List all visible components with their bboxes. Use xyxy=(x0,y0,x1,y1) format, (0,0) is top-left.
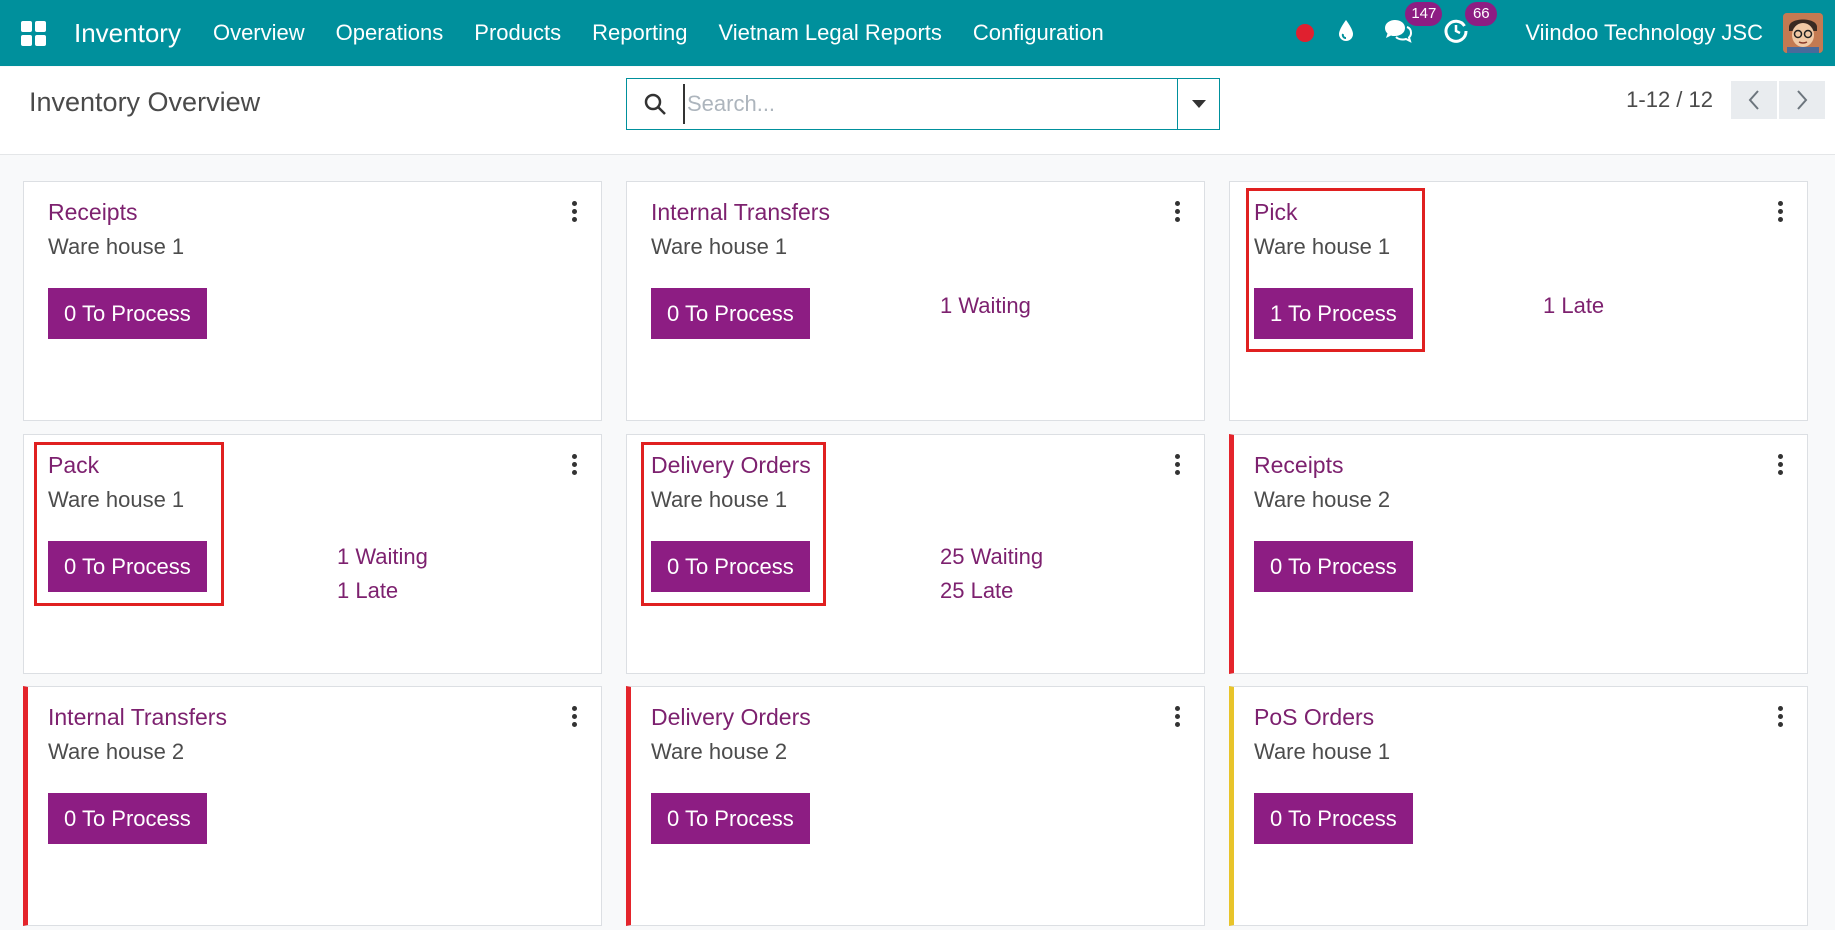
to-process-button[interactable]: 0 To Process xyxy=(1254,541,1413,592)
card-warehouse: Ware house 1 xyxy=(651,234,788,259)
page-title: Inventory Overview xyxy=(29,87,261,117)
kebab-menu-icon[interactable] xyxy=(571,706,577,730)
messages-icon[interactable]: 147 xyxy=(1383,1,1443,49)
activities-count-badge: 66 xyxy=(1465,1,1498,26)
card-title[interactable]: Delivery Orders xyxy=(651,704,811,731)
kebab-menu-icon[interactable] xyxy=(1777,201,1783,225)
operation-card-internal-transfers-wh2[interactable]: Internal Transfers Ware house 2 0 To Pro… xyxy=(23,686,602,926)
search-bar xyxy=(626,78,1220,130)
menu-item-overview[interactable]: Overview xyxy=(213,20,305,46)
to-process-button[interactable]: 0 To Process xyxy=(1254,793,1413,844)
card-title[interactable]: Receipts xyxy=(48,199,137,226)
kebab-menu-icon[interactable] xyxy=(571,201,577,225)
late-link[interactable]: 1 Late xyxy=(1543,293,1604,319)
pager-previous-button[interactable] xyxy=(1731,81,1777,119)
app-menu-icon[interactable] xyxy=(0,0,66,66)
search-input[interactable] xyxy=(683,84,1177,124)
caret-down-icon xyxy=(1191,100,1206,108)
card-title[interactable]: PoS Orders xyxy=(1254,704,1374,731)
menu-item-products[interactable]: Products xyxy=(474,20,561,46)
highlight-box-delivery-orders xyxy=(641,442,826,606)
card-title[interactable]: Internal Transfers xyxy=(48,704,227,731)
operation-card-pos-orders-wh1[interactable]: PoS Orders Ware house 1 0 To Process xyxy=(1229,686,1808,926)
operation-card-receipts-wh1[interactable]: Receipts Ware house 1 0 To Process xyxy=(23,181,602,421)
waiting-link[interactable]: 1 Waiting xyxy=(940,293,1031,319)
late-link[interactable]: 1 Late xyxy=(337,578,398,604)
menu-item-reporting[interactable]: Reporting xyxy=(592,20,687,46)
to-process-button[interactable]: 0 To Process xyxy=(48,288,207,339)
chevron-right-icon xyxy=(1797,90,1808,110)
to-process-button[interactable]: 0 To Process xyxy=(651,793,810,844)
card-warehouse: Ware house 2 xyxy=(1254,487,1391,512)
app-brand[interactable]: Inventory xyxy=(74,18,181,49)
menu-item-operations[interactable]: Operations xyxy=(336,20,444,46)
waiting-link[interactable]: 25 Waiting xyxy=(940,544,1043,570)
card-title[interactable]: Receipts xyxy=(1254,452,1343,479)
operation-card-delivery-orders-wh2[interactable]: Delivery Orders Ware house 2 0 To Proces… xyxy=(626,686,1205,926)
recording-icon[interactable] xyxy=(1296,24,1315,42)
to-process-button[interactable]: 0 To Process xyxy=(48,793,207,844)
menu-item-configuration[interactable]: Configuration xyxy=(973,20,1104,46)
menu-item-vietnam-legal-reports[interactable]: Vietnam Legal Reports xyxy=(718,20,941,46)
control-panel: Inventory Overview 1-12 / 12 xyxy=(0,67,1835,155)
operation-card-internal-transfers-wh1[interactable]: Internal Transfers Ware house 1 0 To Pro… xyxy=(626,181,1205,421)
operation-card-receipts-wh2[interactable]: Receipts Ware house 2 0 To Process xyxy=(1229,434,1808,674)
waiting-link[interactable]: 1 Waiting xyxy=(337,544,428,570)
top-navbar: Inventory Overview Operations Products R… xyxy=(0,0,1835,66)
pager-next-button[interactable] xyxy=(1779,81,1825,119)
highlight-box-pick xyxy=(1246,188,1425,352)
search-icon[interactable] xyxy=(627,79,683,129)
kebab-menu-icon[interactable] xyxy=(1174,454,1180,478)
messages-count-badge: 147 xyxy=(1405,1,1443,26)
card-warehouse: Ware house 1 xyxy=(48,234,185,259)
highlight-box-pack xyxy=(34,442,224,606)
kebab-menu-icon[interactable] xyxy=(571,454,577,478)
navbar-systray: 147 66 Viindoo Technology JSC xyxy=(1296,0,1835,66)
card-warehouse: Ware house 2 xyxy=(48,739,185,764)
activities-clock-icon[interactable]: 66 xyxy=(1443,1,1498,49)
kebab-menu-icon[interactable] xyxy=(1777,454,1783,478)
to-process-button[interactable]: 0 To Process xyxy=(651,288,810,339)
kebab-menu-icon[interactable] xyxy=(1174,706,1180,730)
company-switcher[interactable]: Viindoo Technology JSC xyxy=(1525,20,1763,46)
card-title[interactable]: Internal Transfers xyxy=(651,199,830,226)
card-warehouse: Ware house 1 xyxy=(1254,739,1391,764)
user-avatar[interactable] xyxy=(1783,13,1823,53)
card-warehouse: Ware house 2 xyxy=(651,739,788,764)
search-options-toggle[interactable] xyxy=(1177,79,1219,129)
main-menu: Overview Operations Products Reporting V… xyxy=(213,20,1135,46)
pager-value[interactable]: 1-12 / 12 xyxy=(1626,87,1713,113)
kebab-menu-icon[interactable] xyxy=(1174,201,1180,225)
kebab-menu-icon[interactable] xyxy=(1777,706,1783,730)
late-link[interactable]: 25 Late xyxy=(940,578,1013,604)
chevron-left-icon xyxy=(1748,90,1759,110)
pager: 1-12 / 12 xyxy=(1626,81,1835,119)
drop-icon[interactable] xyxy=(1337,19,1355,48)
